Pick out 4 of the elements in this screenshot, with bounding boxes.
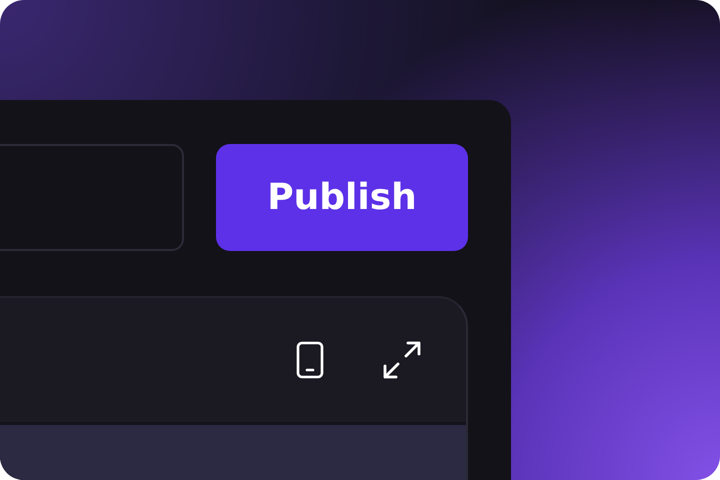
publish-button[interactable]: Publish bbox=[216, 144, 468, 251]
input-field[interactable] bbox=[0, 144, 184, 251]
mobile-phone-icon[interactable] bbox=[296, 341, 324, 379]
expand-icon[interactable] bbox=[382, 340, 422, 380]
